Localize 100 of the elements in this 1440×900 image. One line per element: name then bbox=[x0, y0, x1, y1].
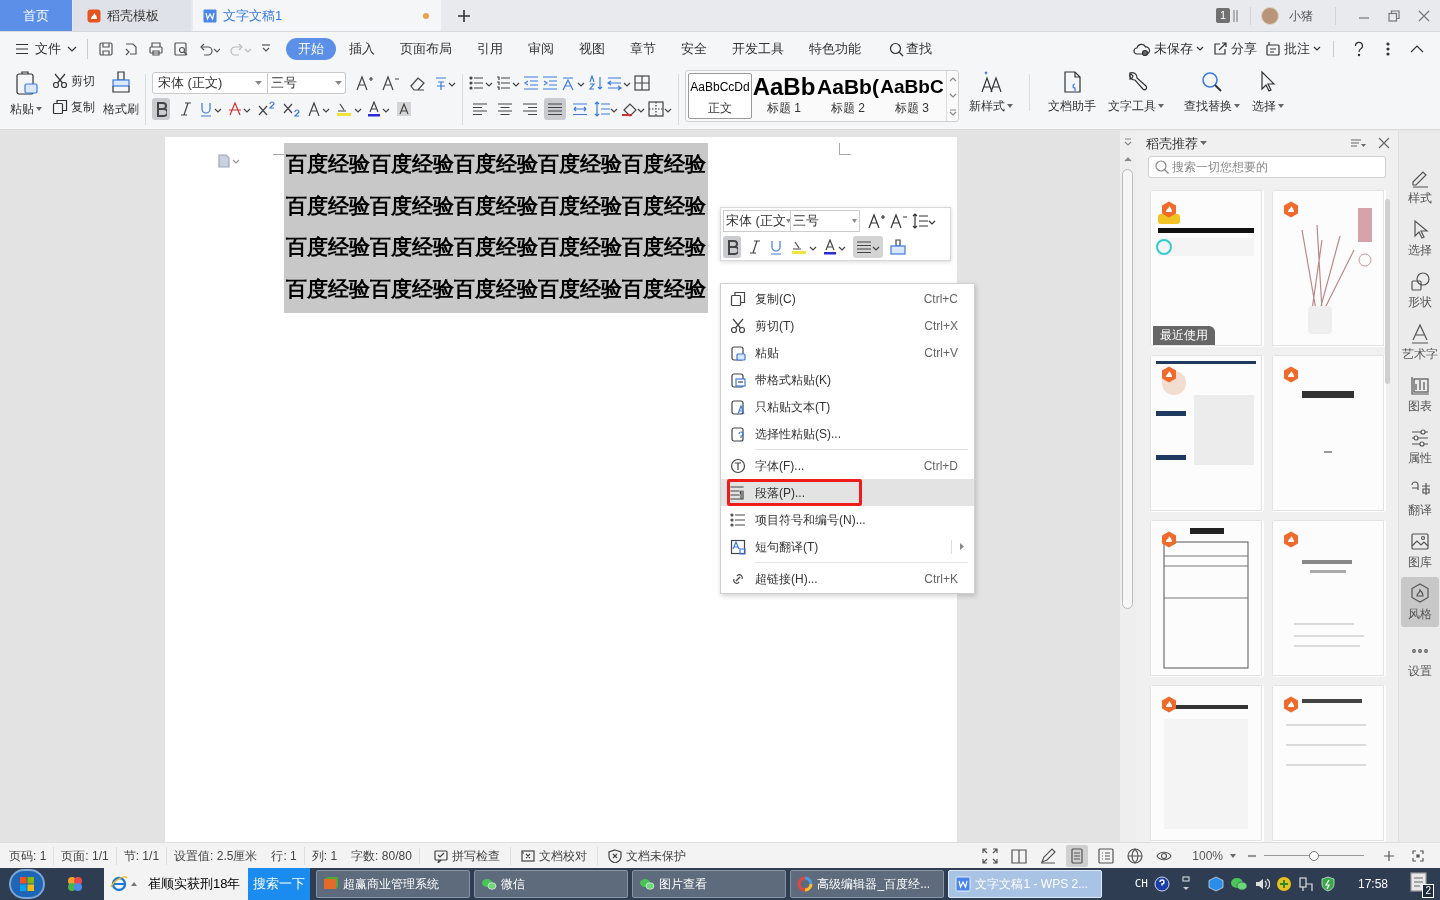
context-menu-item[interactable]: 字体(F)... Ctrl+D bbox=[721, 452, 974, 479]
bold-button[interactable] bbox=[152, 98, 170, 120]
justify-button[interactable] bbox=[544, 98, 566, 120]
select-button[interactable]: 选择 bbox=[1250, 70, 1286, 115]
font-color-icon[interactable] bbox=[823, 239, 847, 255]
align-button[interactable] bbox=[853, 236, 883, 258]
italic-icon[interactable] bbox=[747, 239, 763, 255]
underline-icon[interactable] bbox=[199, 101, 223, 117]
zoom-slider-track[interactable] bbox=[1264, 850, 1364, 861]
paste-button[interactable]: 粘贴 bbox=[10, 70, 42, 118]
ribbon-tab[interactable]: 插入 bbox=[337, 38, 387, 60]
style-preset[interactable]: AaBb( 标题 2 bbox=[816, 73, 880, 119]
collapse-icon[interactable] bbox=[1410, 44, 1424, 54]
output-icon[interactable] bbox=[123, 41, 139, 57]
shield-bolt-icon[interactable] bbox=[1319, 876, 1336, 892]
shrink-font-icon[interactable] bbox=[890, 213, 908, 229]
ribbon-tab[interactable]: 章节 bbox=[618, 38, 668, 60]
file-menu-button[interactable]: 文件 bbox=[15, 39, 77, 59]
context-menu-item[interactable]: 剪切(T) Ctrl+X bbox=[721, 312, 974, 339]
restore-icon[interactable] bbox=[1388, 9, 1400, 22]
side-tool-button[interactable]: 风格 bbox=[1400, 577, 1439, 627]
side-tool-button[interactable]: 艺术字 bbox=[1400, 317, 1439, 367]
browser-e-icon[interactable] bbox=[110, 875, 128, 893]
find-button[interactable]: 查找 bbox=[889, 39, 932, 59]
panel-scrollbar-thumb[interactable] bbox=[1385, 199, 1390, 384]
highlight-icon[interactable] bbox=[791, 239, 817, 255]
ribbon-tab[interactable]: 特色功能 bbox=[797, 38, 873, 60]
side-tool-button[interactable]: 设置 bbox=[1400, 639, 1439, 689]
sort-icon[interactable] bbox=[588, 75, 604, 91]
help-icon[interactable] bbox=[1352, 41, 1366, 57]
font-size-combo[interactable]: 三号 bbox=[268, 72, 346, 94]
context-menu-item[interactable]: 项目符号和编号(N)... bbox=[721, 506, 974, 533]
document-tab[interactable]: 文字文稿1 bbox=[193, 0, 441, 31]
ime-toggle-icon[interactable] bbox=[1179, 876, 1192, 892]
scroll-up-icon[interactable] bbox=[948, 76, 957, 82]
status-action-button[interactable]: 文档校对 bbox=[510, 846, 598, 865]
font-name-combo[interactable]: 宋体 (正文 bbox=[723, 210, 791, 232]
style-preset[interactable]: AaBbCcDd 正文 bbox=[688, 73, 752, 119]
new-style-button[interactable]: 新样式 bbox=[967, 70, 1015, 115]
chat-bubbles-icon[interactable] bbox=[1229, 876, 1248, 892]
help-circle-icon[interactable] bbox=[1153, 876, 1170, 892]
print-preview-icon[interactable] bbox=[173, 41, 189, 57]
ribbon-tab[interactable]: 引用 bbox=[465, 38, 515, 60]
scroll-up-icon[interactable] bbox=[1124, 157, 1132, 162]
sort-lines-icon[interactable] bbox=[1350, 137, 1366, 150]
find-replace-button[interactable]: 查找替换 bbox=[1182, 70, 1242, 115]
clock[interactable]: 17:58 bbox=[1357, 875, 1388, 893]
view-mode-button[interactable] bbox=[1066, 844, 1089, 867]
style-preset[interactable]: AaBb 标题 1 bbox=[752, 73, 816, 119]
share-button[interactable]: 分享 bbox=[1212, 39, 1257, 59]
bullet-list-icon[interactable] bbox=[469, 75, 493, 91]
side-tool-button[interactable]: 选择 bbox=[1400, 213, 1439, 263]
highlight-icon[interactable] bbox=[336, 101, 362, 117]
zoom-value[interactable]: 100% bbox=[1192, 846, 1223, 865]
document-tab[interactable]: 稻壳模板 bbox=[73, 0, 191, 31]
context-menu-item[interactable]: 短句翻译(T) bbox=[721, 533, 974, 560]
paint-brush-icon[interactable] bbox=[889, 239, 907, 255]
status-action-button[interactable]: 文档未保护 bbox=[597, 846, 696, 865]
ribbon-tab[interactable]: 审阅 bbox=[516, 38, 566, 60]
template-search-input[interactable]: 搜索一切您想要的 bbox=[1172, 157, 1379, 176]
text-direction-icon[interactable] bbox=[561, 75, 585, 91]
border-icon[interactable] bbox=[648, 101, 672, 117]
shrink-font-icon[interactable] bbox=[382, 75, 400, 91]
caret-up-icon[interactable] bbox=[131, 882, 137, 886]
input-method-indicator[interactable]: CH bbox=[1134, 875, 1148, 893]
grow-font-icon[interactable] bbox=[356, 75, 374, 91]
box-icon[interactable] bbox=[1207, 876, 1224, 892]
save-status-button[interactable]: 未保存 bbox=[1133, 39, 1204, 59]
ribbon-tab[interactable]: 安全 bbox=[669, 38, 719, 60]
window-count-badge[interactable]: 1 bbox=[1215, 8, 1230, 23]
italic-icon[interactable] bbox=[178, 101, 194, 117]
action-center-button[interactable]: 2 bbox=[1410, 872, 1432, 896]
line-spacing-icon[interactable] bbox=[912, 213, 936, 229]
network-icon[interactable] bbox=[1297, 876, 1314, 892]
context-menu-item[interactable]: 只粘贴文本(T) bbox=[721, 393, 974, 420]
numbered-list-icon[interactable] bbox=[496, 75, 520, 91]
colorful-app-icon[interactable] bbox=[66, 875, 84, 893]
plus-circle-icon[interactable] bbox=[1275, 876, 1292, 892]
side-tool-button[interactable]: 图库 bbox=[1400, 525, 1439, 575]
caret-icon[interactable] bbox=[1200, 141, 1207, 146]
cut-button[interactable]: 剪切 bbox=[52, 72, 95, 90]
context-menu-item[interactable]: 复制(C) Ctrl+C bbox=[721, 285, 974, 312]
scroll-down-icon[interactable] bbox=[1124, 137, 1132, 147]
print-icon[interactable] bbox=[148, 41, 164, 57]
document-scrollbar[interactable] bbox=[1120, 131, 1136, 842]
eraser-icon[interactable] bbox=[408, 75, 426, 91]
bold-button[interactable] bbox=[723, 236, 741, 258]
taskbar-window-button[interactable]: 高级编辑器_百度经... bbox=[790, 870, 945, 898]
table-grid-icon[interactable] bbox=[634, 75, 650, 91]
font-size-combo[interactable]: 三号 bbox=[790, 210, 860, 232]
char-shading-icon[interactable] bbox=[396, 101, 414, 117]
taskbar-window-button[interactable]: 微信 bbox=[474, 870, 629, 898]
decrease-indent-icon[interactable] bbox=[523, 75, 539, 91]
style-preset[interactable]: AaBbC 标题 3 bbox=[880, 73, 944, 119]
undo-icon[interactable] bbox=[198, 41, 220, 57]
text-tools-button[interactable]: 文字工具 bbox=[1106, 70, 1166, 115]
news-headline[interactable]: 崔顺实获刑18年 bbox=[148, 874, 241, 894]
side-tool-button[interactable]: 图表 bbox=[1400, 369, 1439, 419]
more-icon[interactable] bbox=[1386, 42, 1390, 56]
template-search-field[interactable]: 搜索一切您想要的 bbox=[1148, 155, 1386, 178]
